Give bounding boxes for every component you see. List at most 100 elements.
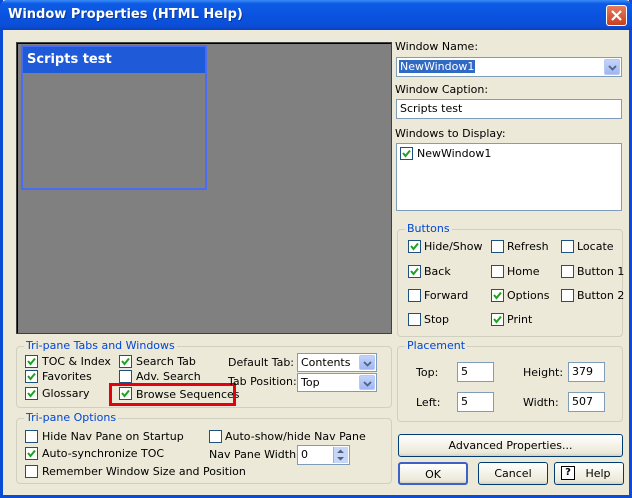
checkmark-icon xyxy=(27,357,36,366)
window-caption-label: Window Caption: xyxy=(395,83,489,96)
window-name-label: Window Name: xyxy=(395,40,479,53)
tab-position-value: Top xyxy=(301,376,320,389)
hide-show-label: Hide/Show xyxy=(424,240,483,253)
advanced-properties-button[interactable]: Advanced Properties... xyxy=(398,434,623,457)
print-label: Print xyxy=(507,313,533,326)
favorites-checkbox[interactable] xyxy=(25,370,38,383)
forward-checkbox[interactable] xyxy=(408,289,421,302)
options-label: Options xyxy=(507,289,550,302)
checkmark-icon xyxy=(27,449,36,458)
height-label: Height: xyxy=(523,366,564,379)
auto-sync-toc-checkbox[interactable] xyxy=(25,447,38,460)
button2-label: Button 2 xyxy=(577,289,625,302)
chevron-down-icon xyxy=(363,381,372,387)
window-properties-dialog: Window Properties (HTML Help) Scripts te… xyxy=(0,0,632,498)
nav-pane-width-input[interactable]: 0 xyxy=(297,445,350,465)
toc-index-label: TOC & Index xyxy=(42,355,111,368)
placement-title: Placement xyxy=(405,339,468,352)
ok-button[interactable]: OK xyxy=(398,462,468,485)
tab-position-dropdown-button[interactable] xyxy=(359,375,375,390)
top-input[interactable]: 5 xyxy=(457,362,494,382)
button2-checkbox[interactable] xyxy=(561,289,574,302)
nav-pane-width-value: 0 xyxy=(301,448,308,461)
search-tab-checkbox[interactable] xyxy=(119,355,132,368)
forward-label: Forward xyxy=(424,289,469,302)
auto-show-nav-checkbox[interactable] xyxy=(209,430,222,443)
help-button[interactable]: ? Help xyxy=(554,462,624,485)
newwindow1-checkbox[interactable] xyxy=(400,147,413,160)
locate-checkbox[interactable] xyxy=(561,240,574,253)
adv-search-checkbox[interactable] xyxy=(119,370,132,383)
refresh-checkbox[interactable] xyxy=(491,240,504,253)
home-checkbox[interactable] xyxy=(491,265,504,278)
window-name-combo[interactable]: NewWindow1 xyxy=(396,57,622,77)
default-tab-label: Default Tab: xyxy=(228,356,295,369)
back-checkbox[interactable] xyxy=(408,265,421,278)
tab-position-label: Tab Position: xyxy=(228,375,297,388)
default-tab-combo[interactable]: Contents xyxy=(297,353,377,372)
hide-nav-pane-checkbox[interactable] xyxy=(25,430,38,443)
checkmark-icon xyxy=(410,242,419,251)
remember-window-checkbox[interactable] xyxy=(25,465,38,478)
hide-nav-pane-label: Hide Nav Pane on Startup xyxy=(42,430,184,443)
checkmark-icon xyxy=(27,372,36,381)
tripane-options-title: Tri-pane Options xyxy=(24,411,119,424)
tab-position-combo[interactable]: Top xyxy=(297,373,377,392)
stop-checkbox[interactable] xyxy=(408,313,421,326)
default-tab-dropdown-button[interactable] xyxy=(359,355,375,370)
left-label: Left: xyxy=(416,396,441,409)
default-tab-value: Contents xyxy=(301,356,351,369)
close-button[interactable] xyxy=(606,5,627,26)
chevron-down-icon xyxy=(363,361,372,367)
window-name-value: NewWindow1 xyxy=(399,60,476,73)
buttons-group-title: Buttons xyxy=(405,222,452,235)
locate-label: Locate xyxy=(577,240,614,253)
height-input[interactable]: 379 xyxy=(568,362,605,382)
back-label: Back xyxy=(424,265,451,278)
cancel-button[interactable]: Cancel xyxy=(478,462,548,485)
help-icon: ? xyxy=(561,466,575,480)
auto-sync-toc-label: Auto-synchronize TOC xyxy=(42,447,165,460)
width-input[interactable]: 507 xyxy=(568,392,605,412)
print-checkbox[interactable] xyxy=(491,313,504,326)
width-label: Width: xyxy=(523,396,559,409)
title-bar[interactable]: Window Properties (HTML Help) xyxy=(0,0,632,30)
left-input[interactable]: 5 xyxy=(457,392,494,412)
spinner-arrows-icon xyxy=(337,449,344,461)
auto-show-nav-label: Auto-show/hide Nav Pane xyxy=(225,430,366,443)
nav-pane-width-spinner[interactable] xyxy=(333,447,348,463)
toc-index-checkbox[interactable] xyxy=(25,355,38,368)
stop-label: Stop xyxy=(424,313,450,326)
preview-window: Scripts test xyxy=(21,45,207,190)
window-preview: Scripts test xyxy=(16,42,392,334)
window-title: Window Properties (HTML Help) xyxy=(8,7,243,22)
window-caption-input[interactable]: Scripts test xyxy=(396,99,622,119)
windows-to-display-list[interactable]: NewWindow1 xyxy=(396,143,622,211)
chevron-down-icon xyxy=(608,65,617,71)
glossary-label: Glossary xyxy=(42,387,90,400)
preview-caption: Scripts test xyxy=(23,47,205,73)
refresh-label: Refresh xyxy=(507,240,549,253)
adv-search-label: Adv. Search xyxy=(136,370,201,383)
browse-sequences-highlight xyxy=(109,383,236,406)
checkmark-icon xyxy=(121,357,130,366)
favorites-label: Favorites xyxy=(42,370,92,383)
search-tab-label: Search Tab xyxy=(136,355,196,368)
button1-label: Button 1 xyxy=(577,265,625,278)
nav-pane-width-label: Nav Pane Width: xyxy=(209,448,300,461)
options-checkbox[interactable] xyxy=(491,289,504,302)
window-name-dropdown-button[interactable] xyxy=(604,59,620,75)
windows-to-display-label: Windows to Display: xyxy=(395,127,506,140)
glossary-checkbox[interactable] xyxy=(25,387,38,400)
remember-window-label: Remember Window Size and Position xyxy=(42,465,246,478)
hide-show-checkbox[interactable] xyxy=(408,240,421,253)
home-label: Home xyxy=(507,265,540,278)
top-label: Top: xyxy=(416,366,439,379)
button1-checkbox[interactable] xyxy=(561,265,574,278)
checkmark-icon xyxy=(402,149,411,158)
checkmark-icon xyxy=(493,315,502,324)
newwindow1-label: NewWindow1 xyxy=(417,147,492,160)
checkmark-icon xyxy=(410,267,419,276)
checkmark-icon xyxy=(27,389,36,398)
checkmark-icon xyxy=(493,291,502,300)
